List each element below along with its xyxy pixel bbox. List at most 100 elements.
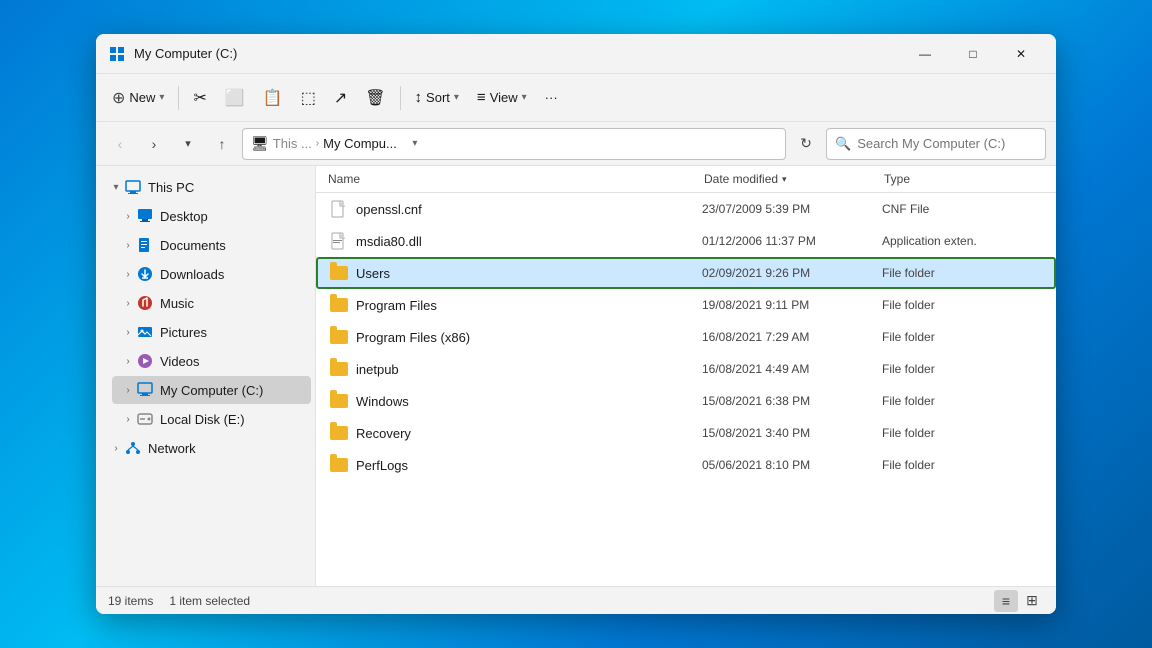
sidebar: ▾ This PC › Desktop › Documen bbox=[96, 166, 316, 586]
file-row[interactable]: inetpub 16/08/2021 4:49 AM File folder bbox=[316, 353, 1056, 385]
column-type[interactable]: Type bbox=[884, 172, 1044, 186]
file-name: msdia80.dll bbox=[356, 234, 422, 249]
sidebar-item-documents[interactable]: › Documents bbox=[112, 231, 311, 259]
sidebar-item-videos[interactable]: › Videos bbox=[112, 347, 311, 375]
path-icon: 🖥 bbox=[251, 135, 269, 152]
view-button[interactable]: ≡ View ▾ bbox=[469, 80, 535, 116]
music-icon bbox=[136, 294, 154, 312]
sort-indicator-icon: ▾ bbox=[782, 174, 787, 185]
column-type-label: Type bbox=[884, 172, 910, 186]
back-button[interactable]: ‹ bbox=[106, 130, 134, 158]
file-name-cell: openssl.cnf bbox=[330, 200, 702, 218]
file-date: 16/08/2021 7:29 AM bbox=[702, 330, 882, 344]
file-name-cell: Recovery bbox=[330, 424, 702, 442]
share-button[interactable]: ↗ bbox=[326, 80, 355, 116]
sidebar-item-local-disk[interactable]: › Local Disk (E:) bbox=[112, 405, 311, 433]
up-button[interactable]: ↑ bbox=[208, 130, 236, 158]
sidebar-this-pc-label: This PC bbox=[148, 180, 194, 195]
window-title: My Computer (C:) bbox=[134, 46, 902, 61]
sidebar-item-pictures[interactable]: › Pictures bbox=[112, 318, 311, 346]
expand-icon: ▾ bbox=[108, 182, 124, 193]
rename-button[interactable]: ⬚ bbox=[293, 80, 324, 116]
search-box[interactable]: 🔍 bbox=[826, 128, 1046, 160]
file-name-cell: Program Files bbox=[330, 296, 702, 314]
refresh-button[interactable]: ↻ bbox=[792, 130, 820, 158]
sidebar-item-network[interactable]: › Network bbox=[100, 434, 311, 462]
search-icon: 🔍 bbox=[835, 136, 851, 152]
file-row[interactable]: PerfLogs 05/06/2021 8:10 PM File folder bbox=[316, 449, 1056, 481]
paste-button[interactable]: 📋 bbox=[255, 80, 291, 116]
sidebar-item-my-computer[interactable]: › My Computer (C:) bbox=[112, 376, 311, 404]
expand-icon: › bbox=[120, 240, 136, 251]
computer-icon bbox=[136, 381, 154, 399]
file-row[interactable]: Users 02/09/2021 9:26 PM File folder bbox=[316, 257, 1056, 289]
file-row[interactable]: Windows 15/08/2021 6:38 PM File folder bbox=[316, 385, 1056, 417]
view-toggle-buttons: ≡ ⊞ bbox=[994, 590, 1044, 612]
file-row[interactable]: Program Files 19/08/2021 9:11 PM File fo… bbox=[316, 289, 1056, 321]
file-name-cell: PerfLogs bbox=[330, 456, 702, 474]
file-date: 01/12/2006 11:37 PM bbox=[702, 234, 882, 248]
sidebar-local-disk-label: Local Disk (E:) bbox=[160, 412, 245, 427]
file-list: Name Date modified ▾ Type openssl.cnf bbox=[316, 166, 1056, 586]
sidebar-item-music[interactable]: › Music bbox=[112, 289, 311, 317]
sort-label: Sort bbox=[426, 90, 450, 105]
new-label: New bbox=[129, 90, 155, 105]
main-area: ▾ This PC › Desktop › Documen bbox=[96, 166, 1056, 586]
file-row[interactable]: openssl.cnf 23/07/2009 5:39 PM CNF File bbox=[316, 193, 1056, 225]
sort-chevron-icon: ▾ bbox=[454, 92, 459, 103]
dll-icon bbox=[330, 232, 348, 250]
new-icon: ⊕ bbox=[112, 88, 125, 108]
column-name[interactable]: Name bbox=[328, 172, 704, 186]
file-row[interactable]: msdia80.dll 01/12/2006 11:37 PM Applicat… bbox=[316, 225, 1056, 257]
share-icon: ↗ bbox=[334, 88, 347, 108]
expand-icon: › bbox=[120, 298, 136, 309]
file-date: 19/08/2021 9:11 PM bbox=[702, 298, 882, 312]
rename-icon: ⬚ bbox=[301, 88, 316, 108]
maximize-button[interactable]: □ bbox=[950, 38, 996, 70]
delete-button[interactable]: 🗑 bbox=[357, 80, 393, 116]
expand-icon: › bbox=[120, 327, 136, 338]
close-button[interactable]: ✕ bbox=[998, 38, 1044, 70]
forward-button[interactable]: › bbox=[140, 130, 168, 158]
copy-icon: ⬜ bbox=[225, 88, 245, 108]
address-path[interactable]: 🖥 This ... › My Compu... ▾ bbox=[242, 128, 786, 160]
file-date: 23/07/2009 5:39 PM bbox=[702, 202, 882, 216]
new-button[interactable]: ⊕ New ▾ bbox=[104, 80, 172, 116]
grid-view-button[interactable]: ⊞ bbox=[1020, 590, 1044, 612]
more-button[interactable]: ··· bbox=[537, 80, 566, 116]
divider-2 bbox=[400, 86, 401, 110]
file-name-cell: Windows bbox=[330, 392, 702, 410]
sidebar-my-computer-label: My Computer (C:) bbox=[160, 383, 263, 398]
column-date[interactable]: Date modified ▾ bbox=[704, 172, 884, 186]
file-date: 02/09/2021 9:26 PM bbox=[702, 266, 882, 280]
sidebar-item-downloads[interactable]: › Downloads bbox=[112, 260, 311, 288]
dropdown-button[interactable]: ▾ bbox=[174, 130, 202, 158]
downloads-icon bbox=[136, 265, 154, 283]
file-date: 05/06/2021 8:10 PM bbox=[702, 458, 882, 472]
file-row[interactable]: Program Files (x86) 16/08/2021 7:29 AM F… bbox=[316, 321, 1056, 353]
network-icon bbox=[124, 439, 142, 457]
minimize-button[interactable]: — bbox=[902, 38, 948, 70]
list-view-icon: ≡ bbox=[1002, 593, 1010, 609]
new-chevron-icon: ▾ bbox=[159, 92, 164, 103]
file-name: Users bbox=[356, 266, 390, 281]
cut-button[interactable]: ✂ bbox=[185, 80, 214, 116]
copy-button[interactable]: ⬜ bbox=[217, 80, 253, 116]
path-dropdown-icon[interactable]: ▾ bbox=[403, 130, 427, 158]
item-count: 19 items bbox=[108, 594, 153, 608]
file-name-cell: msdia80.dll bbox=[330, 232, 702, 250]
sidebar-music-label: Music bbox=[160, 296, 194, 311]
cut-icon: ✂ bbox=[193, 88, 206, 108]
search-input[interactable] bbox=[857, 136, 1037, 151]
folder-icon bbox=[330, 328, 348, 346]
grid-view-icon: ⊞ bbox=[1026, 592, 1038, 609]
view-chevron-icon: ▾ bbox=[522, 92, 527, 103]
list-view-button[interactable]: ≡ bbox=[994, 590, 1018, 612]
sidebar-item-this-pc[interactable]: ▾ This PC bbox=[100, 173, 311, 201]
divider-1 bbox=[178, 86, 179, 110]
file-row[interactable]: Recovery 15/08/2021 3:40 PM File folder bbox=[316, 417, 1056, 449]
sort-button[interactable]: ↕ Sort ▾ bbox=[407, 80, 467, 116]
file-name: Program Files (x86) bbox=[356, 330, 470, 345]
sidebar-item-desktop[interactable]: › Desktop bbox=[112, 202, 311, 230]
pc-icon bbox=[124, 178, 142, 196]
